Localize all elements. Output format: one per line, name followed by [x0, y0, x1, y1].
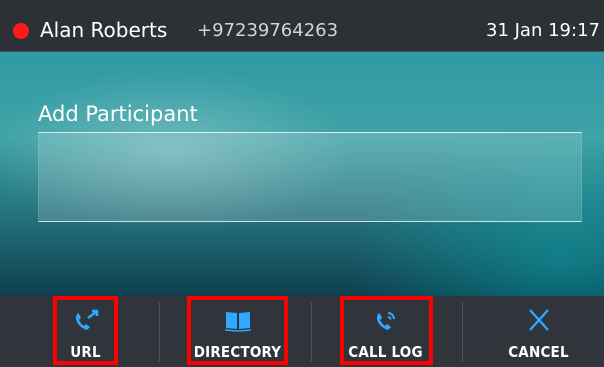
participant-input[interactable]: [38, 132, 582, 222]
call-status-bar: Alan Roberts +97239764263 31 Jan 19:17: [0, 0, 604, 52]
softkey-divider: [159, 302, 160, 362]
url-highlight-box: [53, 296, 118, 365]
add-participant-panel: Add Participant: [0, 52, 604, 296]
date-time: 31 Jan 19:17: [486, 20, 600, 41]
phone-screen: Alan Roberts +97239764263 31 Jan 19:17 A…: [0, 0, 604, 367]
call-active-indicator: [13, 23, 29, 39]
caller-number: +97239764263: [197, 20, 339, 41]
cancel-softkey-label: CANCEL: [508, 343, 569, 361]
directory-highlight-box: [187, 296, 288, 365]
cancel-softkey[interactable]: CANCEL: [463, 296, 604, 367]
caller-name: Alan Roberts: [40, 18, 168, 42]
call-log-highlight-box: [340, 296, 433, 365]
close-icon: [528, 309, 549, 331]
page-title: Add Participant: [38, 102, 198, 126]
softkey-bar: URL DIRECTORY CALL LOG CANCEL: [0, 296, 604, 367]
